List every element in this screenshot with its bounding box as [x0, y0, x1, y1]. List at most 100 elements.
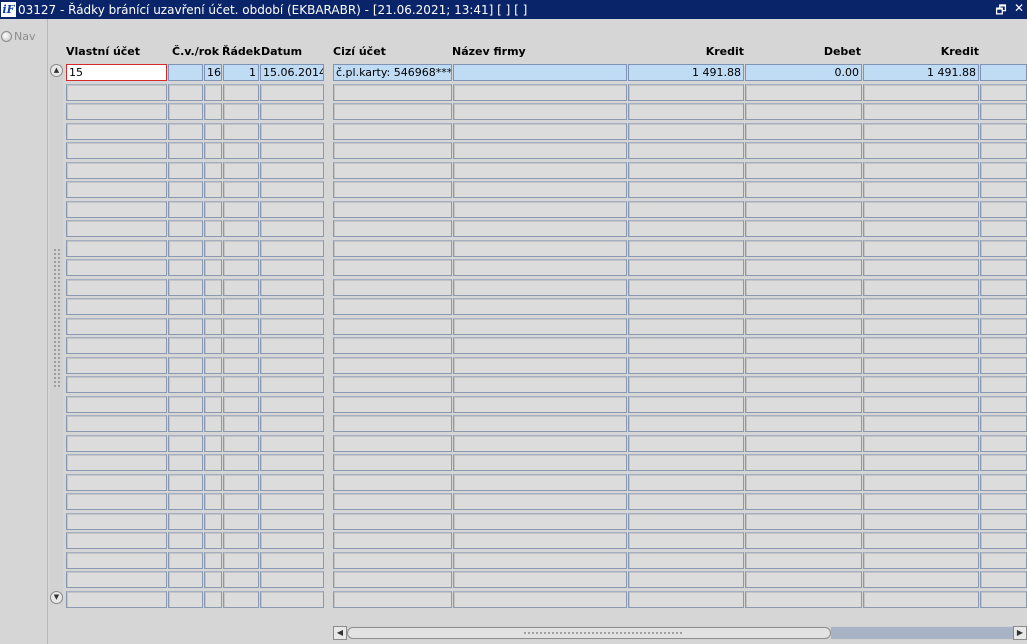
cell-datum[interactable] — [260, 103, 324, 120]
cell-cizi-ucet[interactable] — [333, 435, 452, 452]
cell-nazev-firmy[interactable] — [453, 201, 627, 218]
cell-cizi-ucet[interactable] — [333, 181, 452, 198]
cell-extra[interactable] — [980, 318, 1027, 335]
cell-kredit[interactable] — [628, 493, 744, 510]
cell-cv-rok[interactable] — [168, 279, 203, 296]
cell-cv-rok-number[interactable] — [204, 123, 222, 140]
cell-cv-rok[interactable] — [168, 181, 203, 198]
cell-cv-rok[interactable] — [168, 123, 203, 140]
cell-debet[interactable]: 0.00 — [745, 64, 862, 81]
cell-radek[interactable] — [223, 279, 259, 296]
cell-kredit-total[interactable] — [863, 435, 979, 452]
cell-datum[interactable] — [260, 279, 324, 296]
cell-cizi-ucet[interactable] — [333, 298, 452, 315]
cell-vlastni-ucet[interactable] — [66, 259, 167, 276]
cell-debet[interactable] — [745, 396, 862, 413]
cell-cv-rok[interactable] — [168, 415, 203, 432]
cell-debet[interactable] — [745, 571, 862, 588]
cell-datum[interactable] — [260, 201, 324, 218]
cell-extra[interactable] — [980, 513, 1027, 530]
cell-cizi-ucet[interactable] — [333, 318, 452, 335]
cell-datum[interactable] — [260, 435, 324, 452]
cell-extra[interactable] — [980, 493, 1027, 510]
cell-radek[interactable] — [223, 552, 259, 569]
cell-nazev-firmy[interactable] — [453, 435, 627, 452]
cell-vlastni-ucet[interactable] — [66, 474, 167, 491]
cell-vlastni-ucet[interactable] — [66, 376, 167, 393]
cell-kredit[interactable] — [628, 123, 744, 140]
scroll-track[interactable] — [831, 627, 1013, 639]
cell-vlastni-ucet[interactable] — [66, 220, 167, 237]
cell-nazev-firmy[interactable] — [453, 259, 627, 276]
cell-nazev-firmy[interactable] — [453, 220, 627, 237]
cell-nazev-firmy[interactable] — [453, 123, 627, 140]
cell-cv-rok-number[interactable] — [204, 259, 222, 276]
cell-cv-rok[interactable] — [168, 337, 203, 354]
cell-nazev-firmy[interactable] — [453, 474, 627, 491]
cell-extra[interactable] — [980, 259, 1027, 276]
cell-nazev-firmy[interactable] — [453, 337, 627, 354]
cell-debet[interactable] — [745, 220, 862, 237]
cell-cizi-ucet[interactable] — [333, 84, 452, 101]
cell-debet[interactable] — [745, 201, 862, 218]
cell-kredit[interactable] — [628, 357, 744, 374]
cell-debet[interactable] — [745, 591, 862, 608]
cell-kredit-total[interactable] — [863, 454, 979, 471]
cell-cv-rok[interactable] — [168, 142, 203, 159]
cell-cizi-ucet[interactable] — [333, 162, 452, 179]
cell-extra[interactable] — [980, 220, 1027, 237]
cell-extra[interactable] — [980, 181, 1027, 198]
cell-cizi-ucet[interactable] — [333, 571, 452, 588]
cell-kredit-total[interactable] — [863, 513, 979, 530]
cell-radek[interactable] — [223, 318, 259, 335]
scroll-down-icon[interactable]: ▼ — [50, 591, 63, 604]
cell-extra[interactable] — [980, 103, 1027, 120]
cell-datum[interactable] — [260, 181, 324, 198]
cell-cizi-ucet[interactable] — [333, 513, 452, 530]
cell-datum[interactable] — [260, 415, 324, 432]
cell-debet[interactable] — [745, 259, 862, 276]
cell-extra[interactable] — [980, 376, 1027, 393]
cell-kredit[interactable] — [628, 454, 744, 471]
cell-nazev-firmy[interactable] — [453, 181, 627, 198]
vertical-scrollbar[interactable]: ▲ ▼ — [50, 64, 63, 605]
cell-vlastni-ucet[interactable] — [66, 84, 167, 101]
cell-vlastni-ucet[interactable] — [66, 240, 167, 257]
cell-kredit[interactable] — [628, 396, 744, 413]
cell-nazev-firmy[interactable] — [453, 240, 627, 257]
cell-kredit-total[interactable] — [863, 571, 979, 588]
cell-cv-rok-number[interactable] — [204, 454, 222, 471]
cell-nazev-firmy[interactable] — [453, 396, 627, 413]
cell-radek[interactable] — [223, 123, 259, 140]
cell-radek[interactable] — [223, 337, 259, 354]
cell-vlastni-ucet[interactable] — [66, 298, 167, 315]
cell-cizi-ucet[interactable] — [333, 357, 452, 374]
cell-radek[interactable] — [223, 220, 259, 237]
cell-cv-rok-number[interactable] — [204, 376, 222, 393]
cell-kredit[interactable] — [628, 435, 744, 452]
cell-vlastni-ucet[interactable] — [66, 454, 167, 471]
cell-radek[interactable] — [223, 474, 259, 491]
cell-radek[interactable] — [223, 454, 259, 471]
cell-radek[interactable] — [223, 396, 259, 413]
cell-debet[interactable] — [745, 435, 862, 452]
cell-extra[interactable] — [980, 357, 1027, 374]
cell-vlastni-ucet[interactable] — [66, 415, 167, 432]
cell-extra[interactable] — [980, 298, 1027, 315]
cell-debet[interactable] — [745, 279, 862, 296]
cell-nazev-firmy[interactable] — [453, 318, 627, 335]
cell-kredit[interactable] — [628, 240, 744, 257]
cell-datum[interactable] — [260, 123, 324, 140]
cell-cizi-ucet[interactable] — [333, 552, 452, 569]
cell-cv-rok[interactable] — [168, 162, 203, 179]
cell-radek[interactable] — [223, 162, 259, 179]
cell-debet[interactable] — [745, 513, 862, 530]
cell-kredit[interactable] — [628, 298, 744, 315]
cell-cv-rok-number[interactable] — [204, 220, 222, 237]
cell-kredit[interactable] — [628, 591, 744, 608]
cell-radek[interactable] — [223, 571, 259, 588]
cell-extra[interactable] — [980, 532, 1027, 549]
cell-cv-rok[interactable] — [168, 64, 203, 81]
cell-datum[interactable] — [260, 298, 324, 315]
cell-radek[interactable] — [223, 493, 259, 510]
